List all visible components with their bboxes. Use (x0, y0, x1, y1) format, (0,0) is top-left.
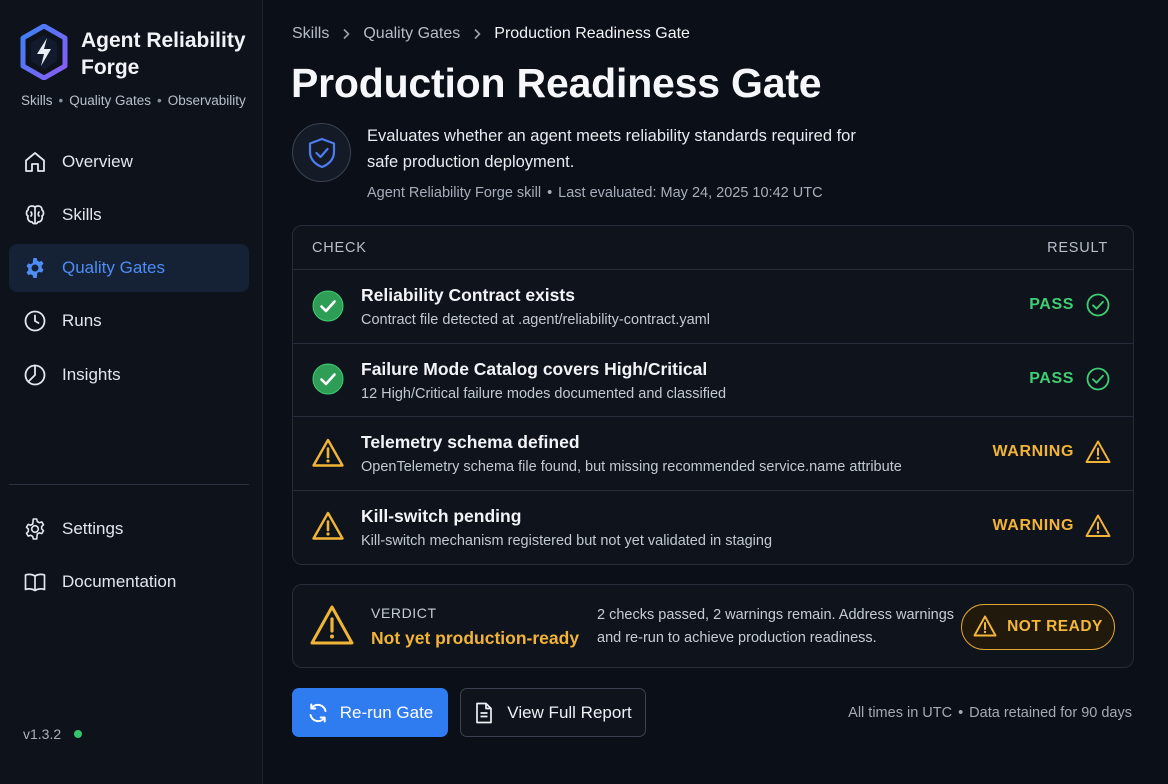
page-title: Production Readiness Gate (291, 60, 822, 106)
gate-source: Agent Reliability Forge skill (367, 185, 542, 201)
breadcrumb-skills[interactable]: Skills (292, 25, 329, 43)
warning-triangle-icon (310, 605, 354, 645)
nav-item-runs[interactable]: Runs (9, 297, 249, 345)
nav-label: Insights (62, 365, 121, 384)
badge-label: NOT READY (1007, 618, 1103, 635)
gate-meta: Agent Reliability Forge skill • Last evalu… (367, 185, 823, 201)
chevron-right-icon (472, 28, 482, 40)
nav-item-settings[interactable]: Settings (9, 505, 249, 553)
result-warning: WARNING (992, 513, 1111, 539)
nav-item-skills[interactable]: Skills (9, 191, 249, 239)
result-label: PASS (1029, 296, 1074, 313)
table-row[interactable]: Failure Mode Catalog covers High/Critica… (293, 344, 1133, 417)
subtitle-skills: Skills (21, 93, 53, 108)
refresh-icon (307, 702, 329, 724)
verdict-label: VERDICT (371, 605, 437, 621)
gate-last-evaluated: Last evaluated: May 24, 2025 10:42 UTC (558, 185, 823, 201)
nav-item-overview[interactable]: Overview (9, 138, 249, 186)
document-icon (474, 702, 496, 724)
nav-label: Documentation (62, 572, 177, 591)
subtitle-observability: Observability (167, 93, 246, 108)
verdict-panel: VERDICT Not yet production-ready 2 check… (292, 584, 1134, 668)
chevron-right-icon (341, 28, 351, 40)
book-icon (22, 569, 48, 595)
not-ready-badge: NOT READY (961, 604, 1115, 650)
check-title: Kill-switch pending (361, 505, 522, 526)
nav-label: Skills (62, 205, 102, 224)
gate-description: Evaluates whether an agent meets reliabi… (367, 127, 856, 171)
button-label: Re-run Gate (339, 702, 434, 722)
check-circle-icon (311, 289, 344, 322)
check-detail: OpenTelemetry schema file found, but mis… (361, 459, 902, 475)
rerun-gate-button[interactable]: Re-run Gate (292, 688, 448, 737)
settings-icon (22, 516, 48, 542)
breadcrumb-quality-gates[interactable]: Quality Gates (363, 25, 460, 43)
nav-label: Quality Gates (62, 258, 165, 277)
online-status-dot (74, 730, 83, 738)
result-warning: WARNING (992, 439, 1111, 465)
app-subtitle: Skills • Quality Gates • Observability (21, 93, 246, 108)
breadcrumb-current: Production Readiness Gate (494, 25, 690, 42)
nav-item-insights[interactable]: Insights (9, 351, 249, 399)
check-title: Reliability Contract exists (361, 285, 575, 305)
pie-chart-icon (22, 362, 48, 388)
nav-item-quality-gates[interactable]: Quality Gates (9, 244, 249, 292)
gear-icon (22, 255, 48, 281)
verdict-value: Not yet production-ready (371, 628, 580, 648)
check-circle-outline-icon (1085, 366, 1111, 392)
brand[interactable]: Agent Reliability Forge (20, 24, 251, 81)
shield-check-icon (292, 123, 351, 182)
version-label: v1.3.2 (23, 726, 62, 742)
check-detail: Contract file detected at .agent/reliabi… (361, 312, 710, 328)
timezone-note: All times in UTC (848, 705, 953, 721)
result-pass: PASS (1029, 366, 1111, 392)
column-header-check: CHECK (312, 239, 367, 256)
table-row[interactable]: Reliability Contract exists Contract fil… (293, 270, 1133, 344)
warning-triangle-icon (1085, 513, 1111, 539)
warning-triangle-icon (311, 436, 344, 469)
sidebar-divider (9, 484, 249, 485)
column-header-result: RESULT (1047, 239, 1108, 256)
result-label: WARNING (992, 443, 1074, 460)
warning-triangle-icon (311, 510, 344, 543)
nav-item-documentation[interactable]: Documentation (9, 558, 249, 606)
nav-label: Overview (62, 152, 133, 171)
table-row[interactable]: Telemetry schema defined OpenTelemetry s… (293, 417, 1133, 491)
verdict-description: 2 checks passed, 2 warnings remain. Addr… (597, 607, 955, 646)
subtitle-quality-gates: Quality Gates (69, 93, 152, 108)
forge-logo-icon (20, 24, 68, 80)
sidebar: Agent Reliability Forge Skills • Quality G… (0, 0, 263, 784)
check-title: Failure Mode Catalog covers High/Critica… (361, 358, 708, 379)
retention-note: Data retained for 90 days (969, 705, 1132, 721)
check-title: Telemetry schema defined (361, 432, 580, 452)
check-circle-outline-icon (1085, 292, 1111, 318)
view-full-report-button[interactable]: View Full Report (460, 688, 646, 737)
result-label: WARNING (992, 516, 1074, 534)
table-row[interactable]: Kill-switch pending Kill-switch mechanis… (293, 491, 1133, 565)
table-header: CHECK RESULT (293, 226, 1133, 270)
nav-label: Settings (62, 519, 124, 538)
home-icon (22, 149, 48, 175)
button-label: View Full Report (507, 702, 632, 722)
app-name: Agent Reliability Forge (81, 29, 246, 79)
result-pass: PASS (1029, 292, 1111, 318)
checks-table: CHECK RESULT Reliability Contract exists… (292, 225, 1134, 565)
warning-triangle-icon (1085, 439, 1111, 465)
clock-icon (22, 308, 48, 334)
breadcrumb: Skills Quality Gates Production Readines… (292, 25, 690, 43)
footer-note: All times in UTC • Data retained for 90 da… (848, 705, 1132, 721)
check-circle-icon (311, 363, 344, 396)
brain-icon (22, 202, 48, 228)
result-label: PASS (1029, 369, 1074, 387)
warning-triangle-icon (973, 615, 997, 639)
version-indicator: v1.3.2 (23, 726, 83, 742)
check-detail: Kill-switch mechanism registered but not… (361, 532, 773, 549)
nav-label: Runs (62, 311, 102, 330)
check-detail: 12 High/Critical failure modes documente… (361, 385, 727, 402)
